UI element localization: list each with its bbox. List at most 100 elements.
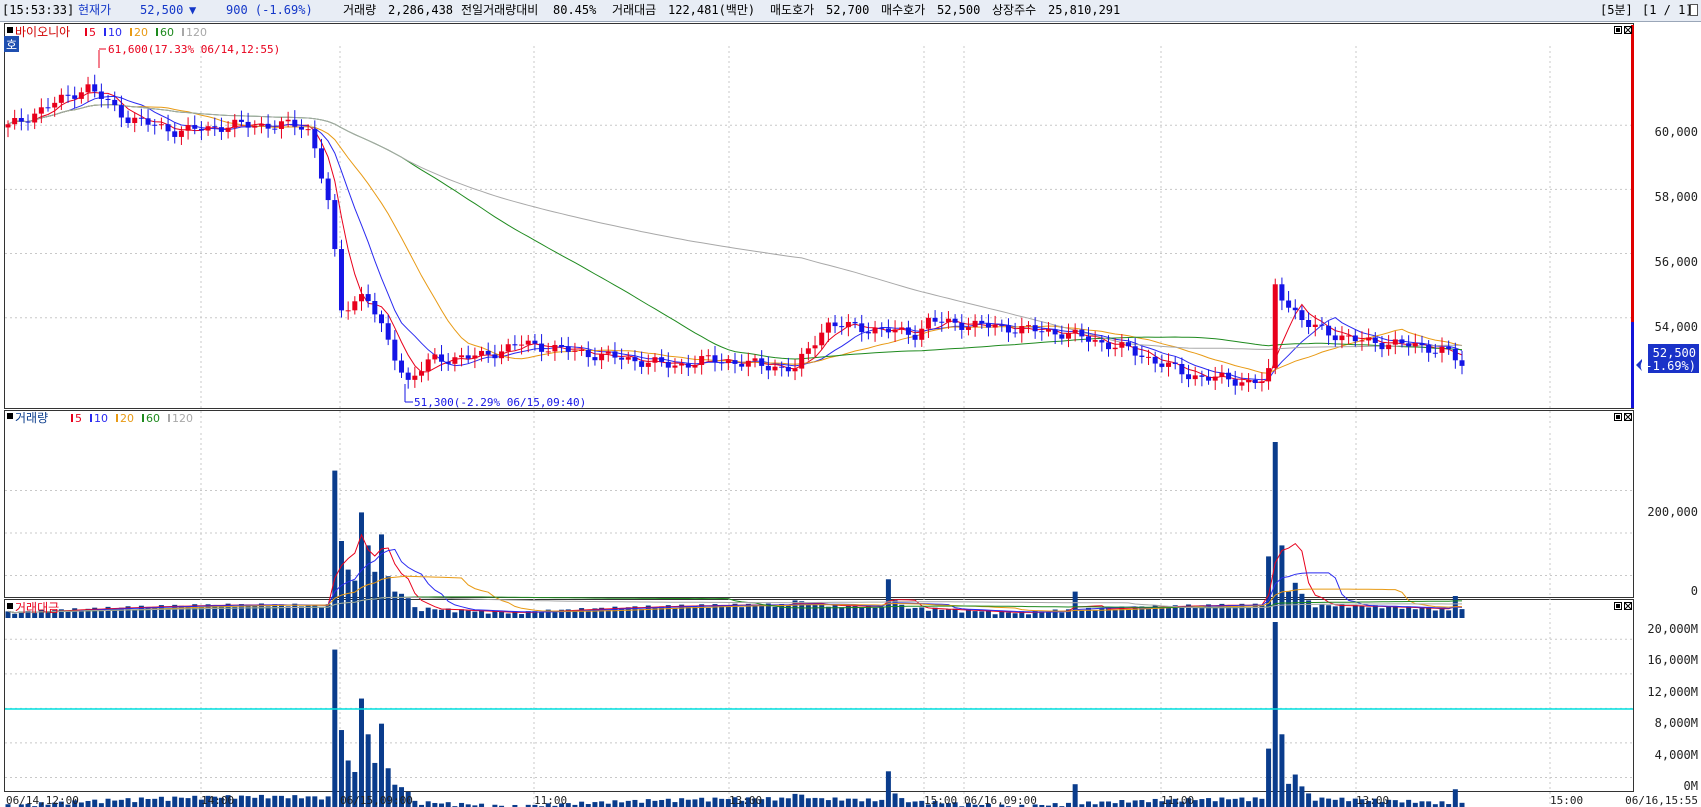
current-price-tag: 52,500 (-1.69%) bbox=[1636, 344, 1699, 373]
amount-bar bbox=[1099, 801, 1105, 807]
time-label-0: 06/14,12:00 bbox=[6, 794, 79, 807]
amount-bar bbox=[245, 796, 251, 807]
candle-body bbox=[639, 361, 645, 367]
candle-body bbox=[1306, 320, 1312, 327]
amount-bar bbox=[685, 799, 691, 807]
amount-bar bbox=[312, 796, 318, 807]
candle-body bbox=[1025, 325, 1031, 327]
candle-body bbox=[605, 351, 611, 354]
candle-body bbox=[672, 365, 678, 368]
volume-bar bbox=[945, 609, 951, 618]
candle-body bbox=[1372, 337, 1378, 343]
candle-body bbox=[1432, 352, 1438, 354]
candle-body bbox=[679, 363, 685, 366]
volume-bar bbox=[432, 609, 438, 618]
candle-body bbox=[358, 294, 364, 302]
candle-body bbox=[1099, 340, 1105, 343]
price-ma10-label: 10 bbox=[108, 26, 122, 39]
volume-bar bbox=[318, 607, 324, 618]
volume-tick-0: 0 bbox=[1691, 584, 1698, 598]
amount-bar bbox=[872, 801, 878, 807]
pane-window-icons[interactable] bbox=[1614, 26, 1632, 610]
volume-bar bbox=[725, 605, 731, 618]
amount-bar bbox=[1272, 622, 1278, 807]
amount-pane-menu-icon[interactable] bbox=[7, 603, 13, 609]
volume-bar bbox=[1012, 613, 1018, 618]
amount-bar bbox=[705, 801, 711, 807]
candle-body bbox=[278, 121, 284, 129]
volume-bar bbox=[1099, 607, 1105, 618]
volume-bar bbox=[1432, 610, 1438, 618]
candle-body bbox=[979, 320, 985, 324]
amount-bar bbox=[439, 803, 445, 807]
price-ma5-swatch bbox=[85, 28, 87, 36]
volume-bar bbox=[1412, 609, 1418, 618]
candle-body bbox=[565, 346, 571, 352]
amount-bar bbox=[1399, 802, 1405, 807]
candle-body bbox=[352, 301, 358, 311]
amount-bar bbox=[1326, 798, 1332, 807]
candle-body bbox=[745, 360, 751, 367]
volume-ma-legend: 5 10 20 60 120 bbox=[71, 412, 193, 425]
volume-bar bbox=[298, 606, 304, 618]
candle-body bbox=[1259, 381, 1265, 384]
candle-body bbox=[792, 368, 798, 372]
price-ma120-swatch bbox=[182, 28, 184, 36]
candle-body bbox=[1085, 336, 1091, 342]
volume-bar bbox=[979, 611, 985, 618]
candle-body bbox=[445, 361, 451, 364]
candle-body bbox=[392, 339, 398, 361]
volume-label: 거래량 bbox=[343, 3, 377, 17]
volume-bar bbox=[1399, 608, 1405, 618]
restore-icon[interactable] bbox=[1690, 4, 1698, 16]
time-label-5: 15:00 bbox=[924, 794, 957, 807]
amount-bar bbox=[1292, 774, 1298, 807]
volume-bar bbox=[1025, 614, 1031, 618]
candle-body bbox=[699, 356, 705, 365]
amount-bar bbox=[145, 798, 151, 807]
candle-body bbox=[532, 340, 538, 344]
amount-bar bbox=[1126, 802, 1132, 807]
time-label-8: 13:00 bbox=[1356, 794, 1389, 807]
amount-bar bbox=[1459, 802, 1465, 807]
amount-bar bbox=[318, 799, 324, 807]
amount-bar bbox=[1279, 734, 1285, 807]
volume-bar bbox=[785, 604, 791, 618]
price-label: 현재가 bbox=[78, 3, 112, 17]
chart-canvas: 바이오니아 5 10 20 60 120 호 61,600(17.33% 06/14,1… bbox=[4, 23, 1699, 807]
volume-bar bbox=[1332, 606, 1338, 618]
amount-bar bbox=[1259, 798, 1265, 807]
down-arrow-icon: ▼ bbox=[189, 3, 197, 17]
volume-bar bbox=[439, 609, 445, 618]
volume-bar bbox=[552, 612, 558, 618]
candle-body bbox=[592, 357, 598, 361]
candle-body bbox=[5, 124, 11, 128]
amount-label: 거래대금 bbox=[612, 3, 657, 17]
candle-body bbox=[385, 323, 391, 340]
candle-body bbox=[338, 249, 344, 311]
volume-bar bbox=[352, 580, 358, 618]
moving-average-lines bbox=[7, 91, 1463, 384]
candle-body bbox=[132, 117, 138, 124]
amount-bar bbox=[805, 798, 811, 807]
amount-pane-frame bbox=[4, 599, 1634, 792]
pane-menu-icon[interactable] bbox=[7, 27, 13, 33]
candle-body bbox=[625, 357, 631, 360]
price-ma20-label: 20 bbox=[134, 26, 148, 39]
prev-volume-ratio-label: 전일거래량대비 bbox=[461, 3, 539, 17]
candle-body bbox=[1152, 356, 1158, 364]
amount-bar bbox=[852, 798, 858, 807]
amount-bar bbox=[1286, 783, 1292, 807]
volume-pane-menu-icon[interactable] bbox=[7, 413, 13, 419]
candle-body bbox=[812, 345, 818, 349]
amount-bar bbox=[459, 802, 465, 807]
price-tick-58000: 58,000 bbox=[1655, 190, 1698, 204]
quote-badge-text: 호 bbox=[6, 38, 17, 52]
volume-tick-200000: 200,000 bbox=[1647, 505, 1698, 519]
price-ma60-swatch bbox=[156, 28, 158, 36]
candle-body bbox=[1439, 346, 1445, 353]
amount-bar bbox=[912, 801, 918, 807]
period-selector[interactable]: [5분] bbox=[1600, 3, 1633, 18]
candle-body bbox=[1399, 339, 1405, 344]
volume-bar bbox=[485, 613, 491, 618]
